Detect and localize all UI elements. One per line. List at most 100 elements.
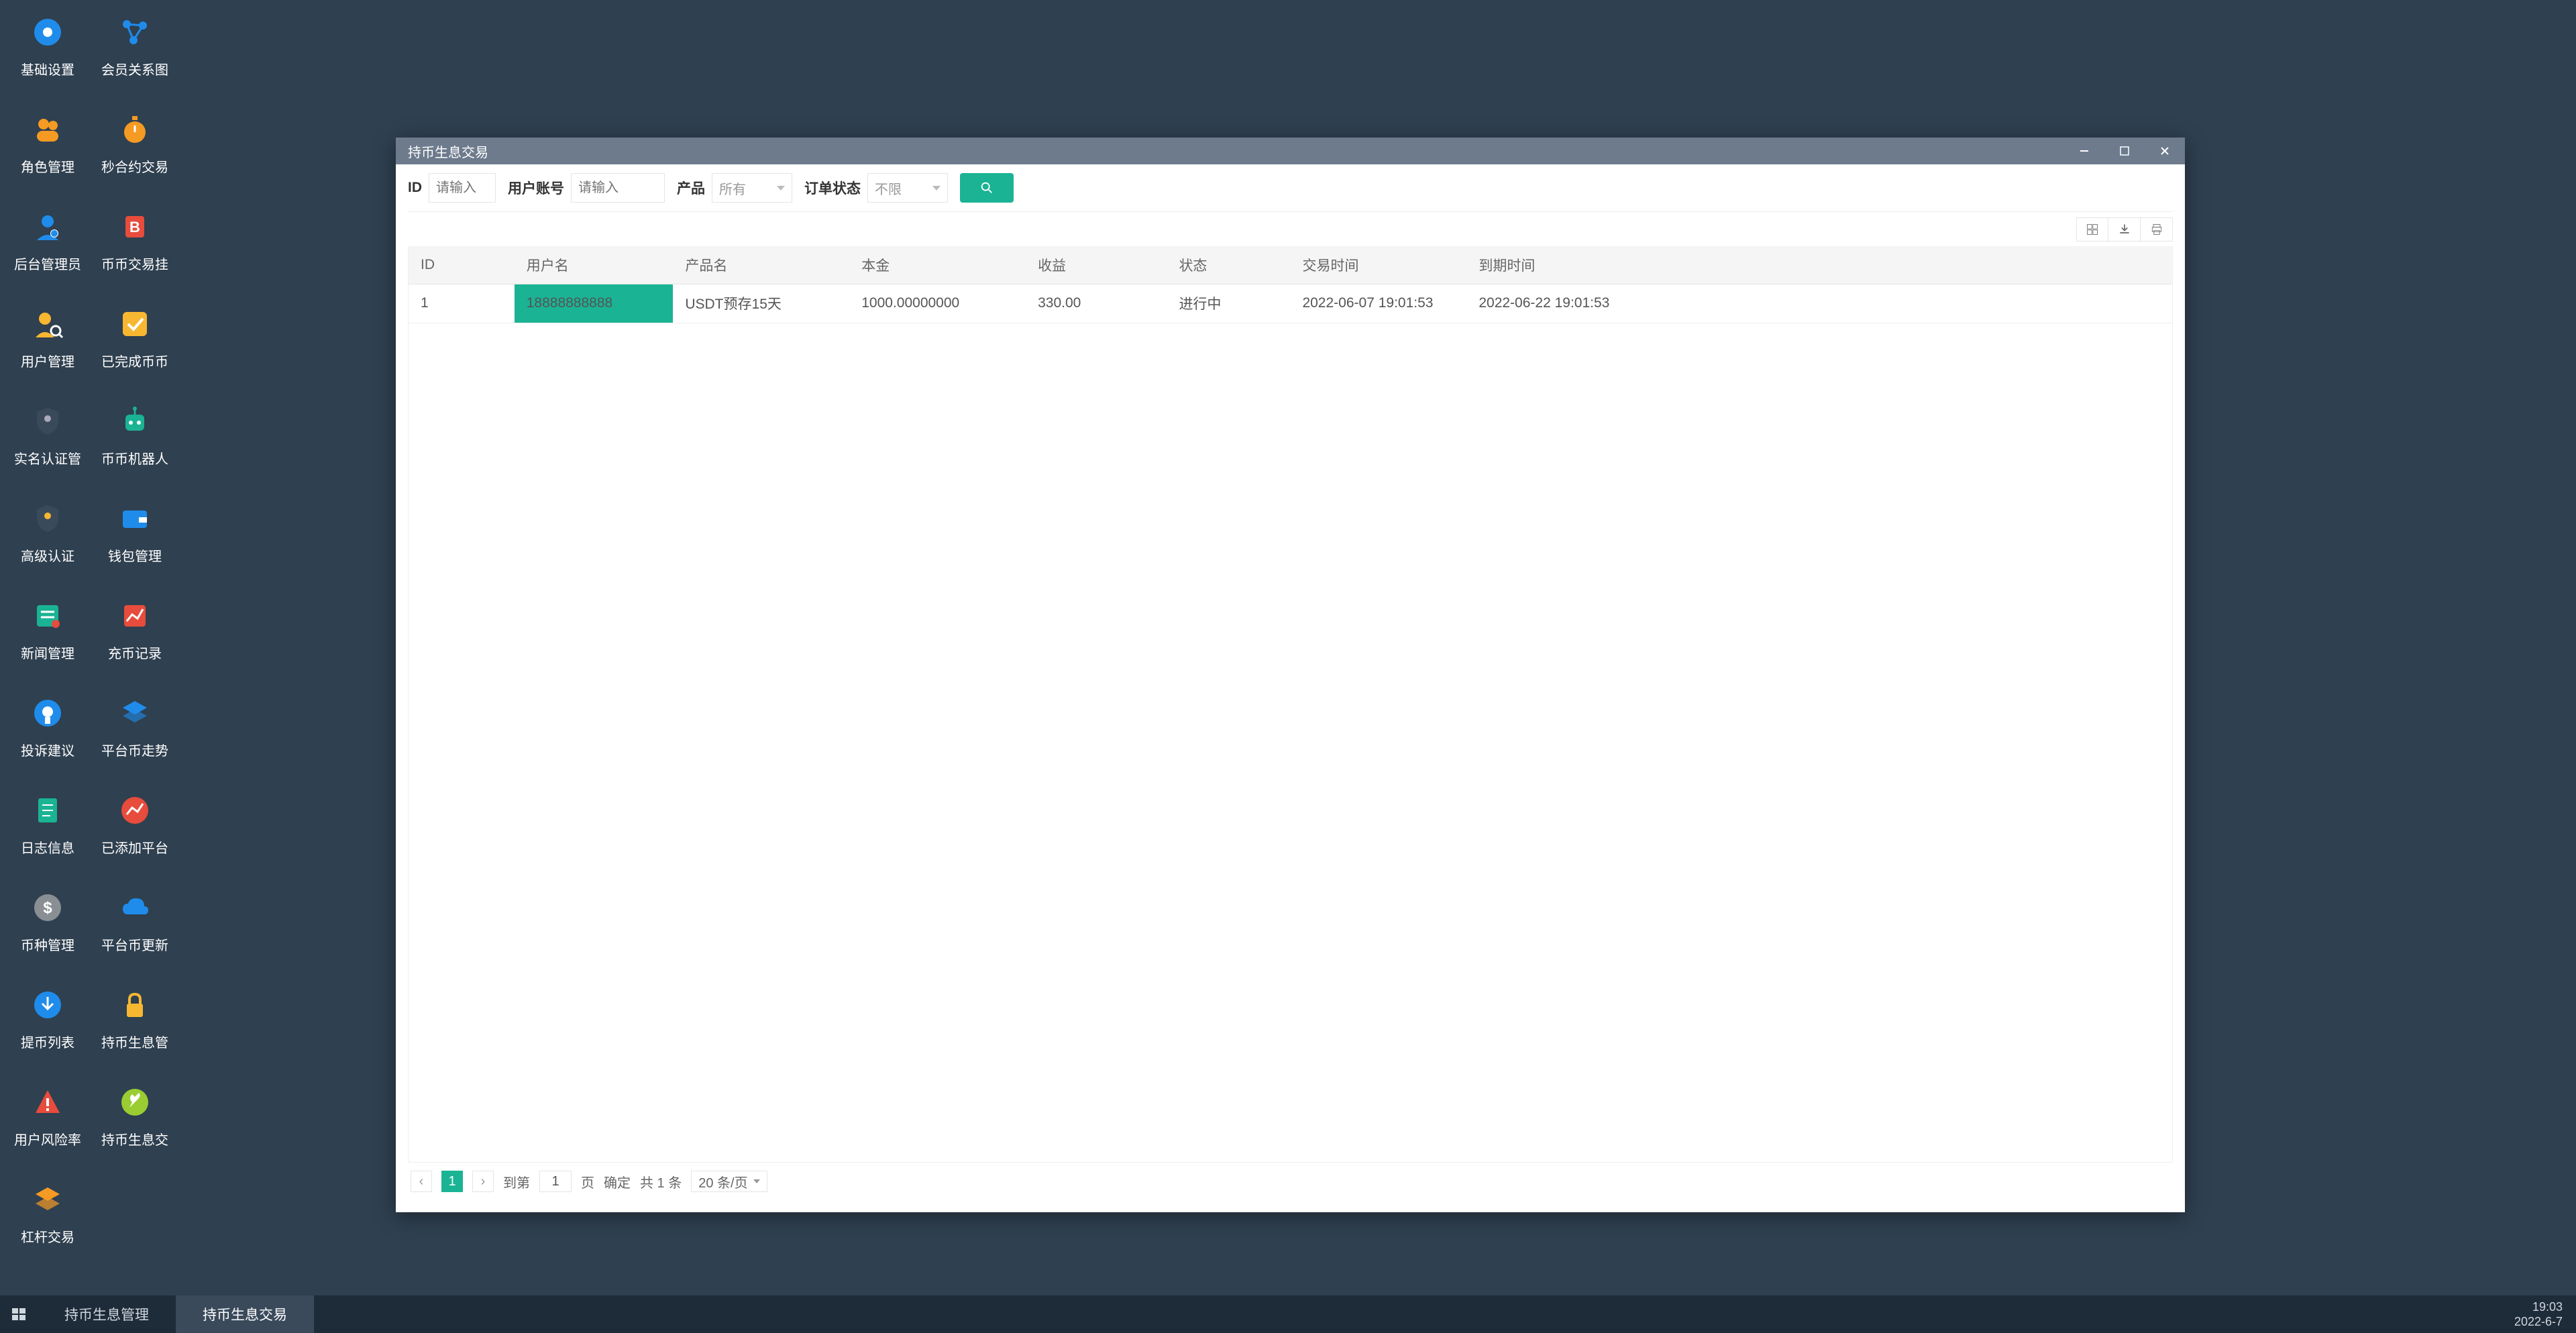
chart-icon [117,598,152,633]
graph-icon [117,15,152,50]
cell-status: 进行中 [1167,284,1290,323]
search-button[interactable] [960,173,1014,203]
table-body: 118888888888USDT预存15天1000.00000000330.00… [409,284,2172,323]
wallet-icon [117,501,152,536]
filter-id: ID [408,173,496,203]
desktop-icon-label: 提币列表 [21,1032,74,1051]
desktop-icon-robot[interactable]: 币币机器人 [91,394,178,492]
desktop-icon-layers[interactable]: 杠杆交易 [4,1173,91,1270]
taskbar-item[interactable]: 持币生息交易 [176,1295,314,1333]
desktop-icon-check[interactable]: 已完成币币 [91,297,178,394]
page-prev-button[interactable]: ‹ [411,1171,432,1192]
taskbar-clock[interactable]: 19:03 2022-6-7 [2514,1299,2576,1329]
page-1-button[interactable]: 1 [441,1171,463,1192]
desktop-icon-chartcircle[interactable]: 已添加平台 [91,784,178,881]
data-table: ID用户名产品名本金收益状态交易时间到期时间 118888888888USDT预… [409,246,2172,323]
table-header-cell[interactable]: 到期时间 [1466,246,1643,284]
desktop: 基础设置 角色管理 后台管理员 用户管理 实名认证管 高级认证 新闻管理 投诉建… [0,0,2576,1295]
table-header-cell[interactable]: 状态 [1167,246,1290,284]
desktop-icon-label: 杠杆交易 [21,1226,74,1246]
clock-time: 19:03 [2514,1299,2563,1314]
filter-status: 订单状态 不限 [804,173,948,203]
svg-text:$: $ [43,899,52,917]
desktop-icon-chart[interactable]: 充币记录 [91,589,178,686]
check-icon [117,307,152,341]
desktop-icon-wallet[interactable]: 钱包管理 [91,492,178,589]
desktop-icon-timer[interactable]: 秒合约交易 [91,103,178,200]
filter-user-input[interactable] [571,173,665,203]
trend-icon [117,696,152,731]
table-header-cell[interactable]: 用户名 [515,246,674,284]
lock-icon [117,988,152,1022]
desktop-icon-usersearch[interactable]: 用户管理 [4,297,91,394]
desktop-icon-trend[interactable]: 平台币走势 [91,686,178,784]
desktop-icon-complain[interactable]: 投诉建议 [4,686,91,784]
close-button[interactable] [2145,138,2185,164]
table-header-cell[interactable] [1643,246,2172,284]
desktop-icon-label: 币币交易挂 [101,254,168,273]
table-header-cell[interactable]: 收益 [1026,246,1167,284]
admin-icon [30,209,65,244]
table-header-cell[interactable]: 本金 [849,246,1026,284]
desktop-icon-wrench[interactable]: 持币生息交 [91,1075,178,1173]
desktop-icon-admin[interactable]: 后台管理员 [4,200,91,297]
window-titlebar[interactable]: 持币生息交易 [396,138,2185,164]
desktop-icon-label: 已添加平台 [101,837,168,857]
table-header-cell[interactable]: 产品名 [673,246,849,284]
timer-icon [117,112,152,147]
desktop-icon-label: 投诉建议 [21,740,74,759]
pager-page-suffix: 页 [581,1172,594,1191]
desktop-icon-label: 平台币更新 [101,935,168,954]
minimize-button[interactable] [2064,138,2104,164]
table-header-cell[interactable]: ID [409,246,515,284]
desktop-icon-shield2[interactable]: 高级认证 [4,492,91,589]
window-title: 持币生息交易 [408,142,488,161]
pager-goto-input[interactable] [539,1171,572,1192]
chartcircle-icon [117,793,152,828]
table-row[interactable]: 118888888888USDT预存15天1000.00000000330.00… [409,284,2172,323]
columns-button[interactable] [2076,217,2108,242]
cell-user[interactable]: 18888888888 [515,284,674,323]
table-scroll[interactable]: ID用户名产品名本金收益状态交易时间到期时间 118888888888USDT预… [408,246,2173,1163]
desktop-icon-label: 平台币走势 [101,740,168,759]
export-button[interactable] [2108,217,2141,242]
desktop-icon-label: 高级认证 [21,545,74,565]
desktop-icon-gear[interactable]: 基础设置 [4,5,91,103]
cell-id: 1 [409,284,515,323]
cell-trade-time: 2022-06-07 19:01:53 [1290,284,1466,323]
desktop-icon-log[interactable]: 日志信息 [4,784,91,881]
print-button[interactable] [2141,217,2173,242]
desktop-icon-badge[interactable]: B 币币交易挂 [91,200,178,297]
desktop-icon-withdraw[interactable]: 提币列表 [4,978,91,1075]
filter-id-input[interactable] [429,173,496,203]
desktop-icon-shield[interactable]: 实名认证管 [4,394,91,492]
desktop-icon-dollar[interactable]: $ 币种管理 [4,881,91,978]
svg-text:B: B [129,219,140,235]
robot-icon [117,404,152,439]
desktop-icon-label: 已完成币币 [101,351,168,370]
pager-confirm-button[interactable]: 确定 [604,1172,631,1191]
icon-column-1: 基础设置 角色管理 后台管理员 用户管理 实名认证管 高级认证 新闻管理 投诉建… [4,5,91,1270]
maximize-button[interactable] [2104,138,2145,164]
desktop-icon-users[interactable]: 角色管理 [4,103,91,200]
filter-status-value: 不限 [875,178,902,198]
table-header-cell[interactable]: 交易时间 [1290,246,1466,284]
desktop-icon-label: 持币生息交 [101,1129,168,1149]
desktop-icon-graph[interactable]: 会员关系图 [91,5,178,103]
filter-product-select[interactable]: 所有 [712,173,792,203]
desktop-icon-label: 币币机器人 [101,448,168,468]
taskbar: 持币生息管理持币生息交易 19:03 2022-6-7 [0,1295,2576,1333]
page-next-button[interactable]: › [472,1171,494,1192]
filter-status-select[interactable]: 不限 [867,173,948,203]
desktop-icon-lock[interactable]: 持币生息管 [91,978,178,1075]
desktop-icon-label: 实名认证管 [14,448,81,468]
desktop-icon-cloud[interactable]: 平台币更新 [91,881,178,978]
desktop-icon-alert[interactable]: 用户风险率 [4,1075,91,1173]
desktop-icon-label: 基础设置 [21,59,74,78]
desktop-icon-label: 钱包管理 [108,545,162,565]
desktop-icon-label: 持币生息管 [101,1032,168,1051]
taskbar-item[interactable]: 持币生息管理 [38,1295,176,1333]
pager-pagesize-select[interactable]: 20 条/页 [691,1171,767,1192]
desktop-icon-news[interactable]: 新闻管理 [4,589,91,686]
start-button[interactable] [0,1295,38,1333]
